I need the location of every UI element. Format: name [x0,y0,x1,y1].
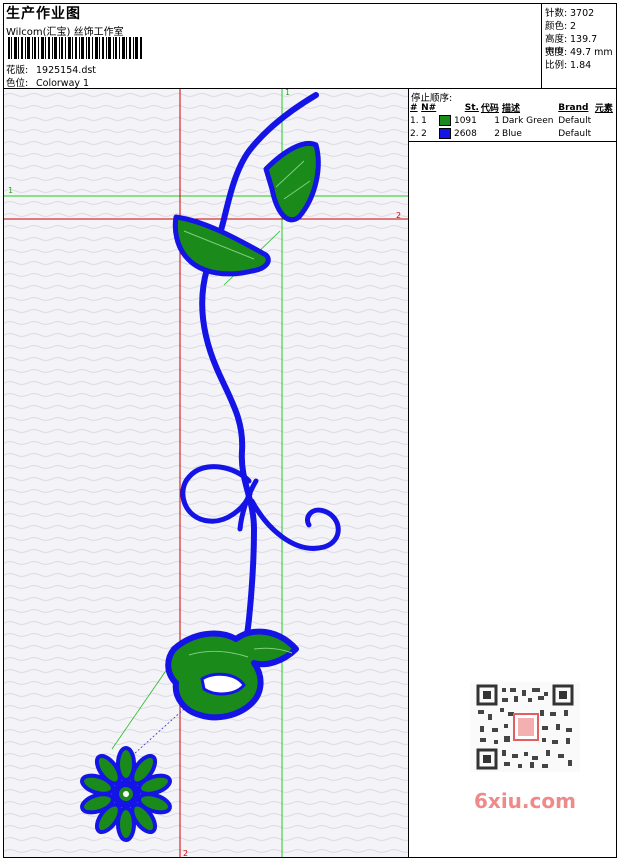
design-preview: 1 1 2 2 [4,89,408,857]
stat-label: 颜色: [545,21,568,32]
col-index: # [410,102,418,113]
col-code: 代码 [480,104,499,114]
row-code: 2 [494,128,500,139]
stats-panel: 针数: 3702 颜色: 2 高度: 139.7 mm 宽度: 49.7 mm 比例: 1… [541,3,618,88]
row-element [594,127,615,140]
col-n: N# [421,102,437,113]
guide-label-red-h: 2 [396,211,401,220]
stat-label: 宽度: [545,47,568,58]
page-title: 生产作业图 [6,6,81,22]
row-brand: Default [558,115,592,126]
stop-sequence-table: # N# St. 代码 描述 Brand 元素 1. 1 1091 1 Dark… [409,101,615,140]
barcode [8,37,142,59]
col-stitches: St. [464,102,479,113]
row-element [594,114,615,127]
guide-label-red-v: 2 [183,849,188,857]
fabric-texture [4,89,408,857]
guide-label-green-v: 1 [285,89,290,97]
col-brand: Brand [558,102,589,113]
embroidery-canvas: 1 1 2 2 [4,89,408,857]
panel-divider [408,89,409,857]
table-row: 2. 2 2608 2 Blue Default [409,127,615,140]
qr-code-image [476,684,574,770]
row-stitches-cell: 1091 [438,114,480,127]
stat-width: 宽度: 49.7 mm [545,44,613,58]
panel-rule [409,141,617,142]
row-stitches: 2608 [453,129,477,139]
studio-name: Wilcom(汇宝) 丝饰工作室 [6,27,124,38]
stat-scale: 比例: 1.84 [545,57,591,71]
stat-colors: 颜色: 2 [545,18,576,32]
row-n: 1 [421,115,427,126]
design-file-label: 花版: [6,65,29,76]
stat-label: 高度: [545,34,568,45]
row-index: 2. [410,128,419,139]
table-row: 1. 1 1091 1 Dark Green Default [409,114,615,127]
row-stitches: 1091 [453,116,477,126]
stat-value: 1.84 [570,60,592,71]
watermark-text: 6xiu.com [474,789,576,813]
stat-label: 针数: [545,8,568,19]
colorway-label: 色位: [6,78,29,89]
table-header-row: # N# St. 代码 描述 Brand 元素 [409,101,615,115]
row-brand: Default [558,128,592,139]
stat-stitches: 针数: 3702 [545,5,594,19]
row-stitches-cell: 2608 [438,127,480,140]
row-desc: Dark Green [501,115,554,126]
col-desc: 描述 [501,104,520,114]
color-swatch [439,115,452,126]
colorway-row: 色位: Colorway 1 [6,75,89,89]
stat-label: 比例: [545,60,568,71]
design-file-row: 花版: 1925154.dst [6,62,96,76]
row-code: 1 [494,115,500,126]
color-swatch [439,128,452,139]
qr-code [470,682,580,772]
row-index: 1. [410,115,419,126]
row-desc: Blue [501,128,522,139]
col-element: 元素 [594,104,613,114]
guide-label-green-h: 1 [8,186,13,195]
header-info: 生产作业图 Wilcom(汇宝) 丝饰工作室 花版: 1925154.dst 色位… [3,3,541,89]
row-n: 2 [421,128,427,139]
